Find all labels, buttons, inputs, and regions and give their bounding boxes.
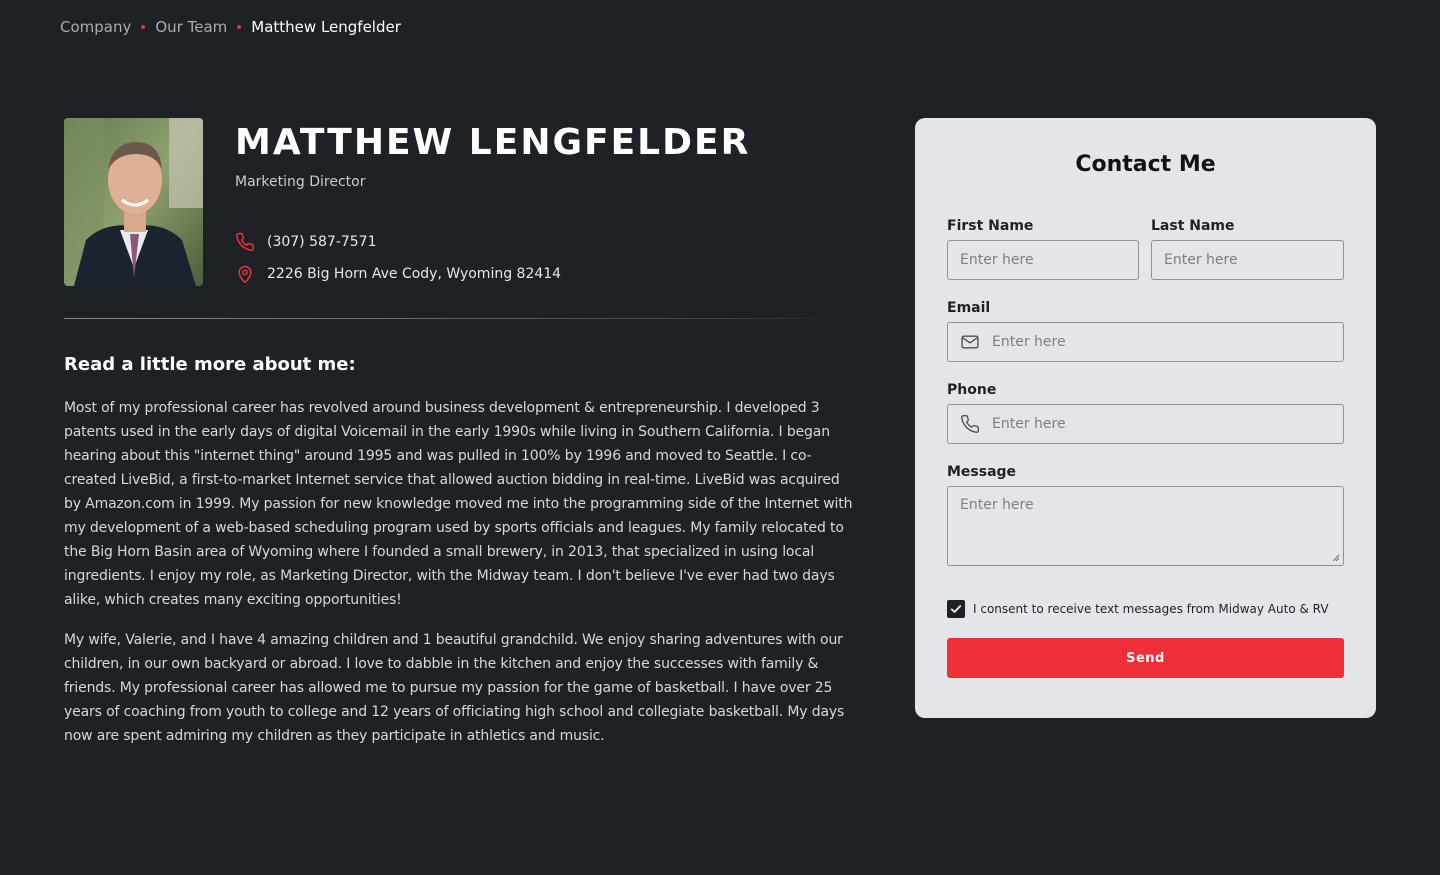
about-text: Most of my professional career has revol… — [64, 396, 854, 748]
profile-title: Marketing Director — [235, 174, 366, 190]
mail-icon — [960, 332, 980, 352]
profile-phone[interactable]: (307) 587-7571 — [235, 232, 377, 252]
consent-row: I consent to receive text messages from … — [947, 600, 1329, 618]
location-pin-icon — [235, 264, 255, 284]
last-name-field — [1151, 240, 1344, 280]
contact-form-title: Contact Me — [1075, 152, 1216, 177]
check-icon — [950, 605, 962, 613]
last-name-input[interactable] — [1164, 252, 1331, 268]
message-field — [947, 486, 1344, 566]
email-label: Email — [947, 300, 991, 316]
profile-address[interactable]: 2226 Big Horn Ave Cody, Wyoming 82414 — [235, 264, 561, 284]
about-paragraph: My wife, Valerie, and I have 4 amazing c… — [64, 632, 845, 744]
contact-form: Contact Me First Name Last Name Email Ph… — [915, 118, 1376, 718]
phone-icon — [960, 414, 980, 434]
message-input[interactable] — [960, 497, 1331, 557]
section-divider — [64, 318, 834, 319]
send-button[interactable]: Send — [947, 638, 1344, 678]
address-text: 2226 Big Horn Ave Cody, Wyoming 82414 — [267, 266, 562, 282]
phone-input[interactable] — [992, 416, 1331, 432]
consent-checkbox[interactable] — [947, 600, 965, 618]
phone-field — [947, 404, 1344, 444]
email-field — [947, 322, 1344, 362]
breadcrumb-company[interactable]: Company — [60, 18, 131, 36]
phone-number: (307) 587-7571 — [267, 234, 377, 250]
profile-name: MATTHEW LENGFELDER — [235, 122, 751, 163]
message-label: Message — [947, 464, 1017, 480]
first-name-field — [947, 240, 1139, 280]
consent-label: I consent to receive text messages from … — [973, 602, 1329, 616]
profile-photo — [64, 118, 203, 286]
breadcrumb-separator — [237, 25, 242, 29]
about-paragraph: Most of my professional career has revol… — [64, 400, 853, 608]
breadcrumb-separator — [141, 25, 146, 29]
first-name-label: First Name — [947, 218, 1034, 234]
breadcrumb: Company Our Team Matthew Lengfelder — [60, 16, 401, 38]
phone-icon — [235, 232, 255, 252]
resize-handle-icon[interactable] — [1332, 554, 1340, 562]
phone-label: Phone — [947, 382, 997, 398]
breadcrumb-current: Matthew Lengfelder — [251, 18, 401, 36]
about-heading: Read a little more about me: — [64, 354, 356, 375]
breadcrumb-our-team[interactable]: Our Team — [155, 18, 227, 36]
first-name-input[interactable] — [960, 252, 1126, 268]
last-name-label: Last Name — [1151, 218, 1235, 234]
email-input[interactable] — [992, 334, 1331, 350]
